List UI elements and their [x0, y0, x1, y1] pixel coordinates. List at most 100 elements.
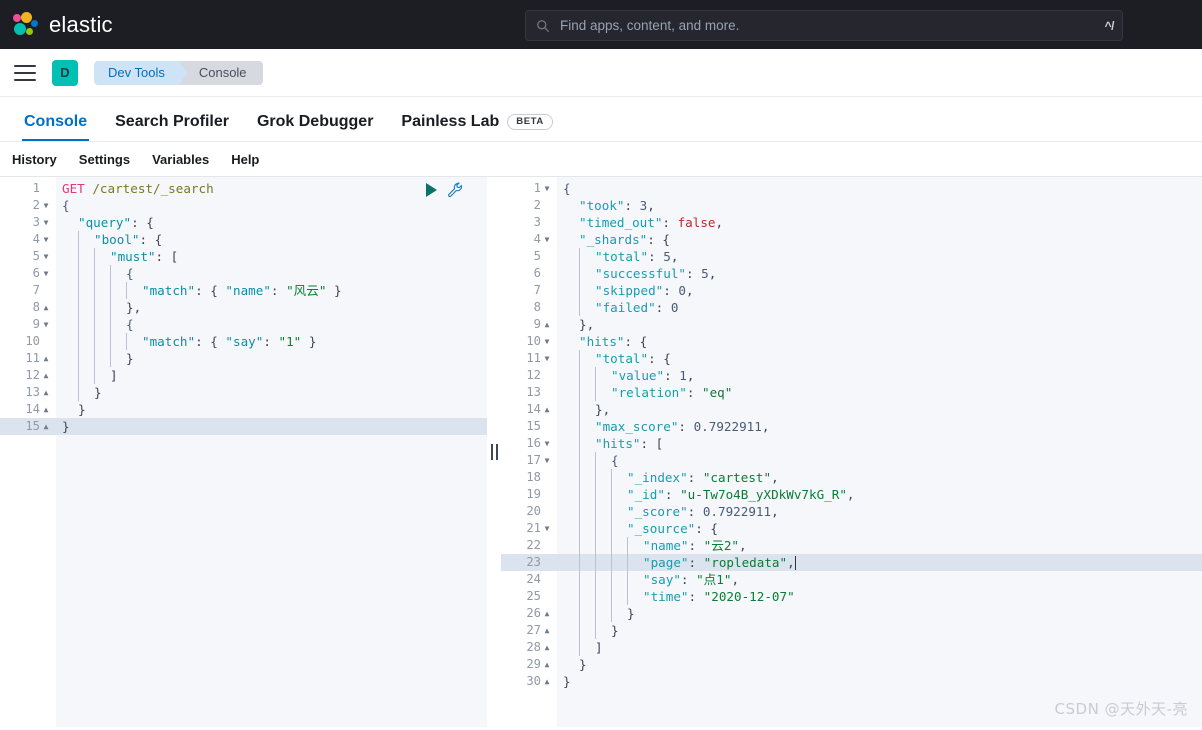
editor-line[interactable]: 26 ▲}: [501, 605, 1202, 622]
fold-down-icon[interactable]: ▼: [541, 452, 553, 469]
fold-up-icon[interactable]: ▲: [40, 418, 52, 435]
fold-down-icon[interactable]: ▼: [40, 265, 52, 282]
editor-line[interactable]: 2 "took": 3,: [501, 197, 1202, 214]
submenu-item-variables[interactable]: Variables: [152, 152, 209, 167]
tab-console[interactable]: Console: [10, 114, 101, 141]
editor-line[interactable]: 22 "name": "云2",: [501, 537, 1202, 554]
editor-line[interactable]: 15 "max_score": 0.7922911,: [501, 418, 1202, 435]
editor-line[interactable]: 10 "match": { "say": "1" }: [0, 333, 487, 350]
fold-up-icon[interactable]: ▲: [541, 656, 553, 673]
fold-up-icon[interactable]: ▲: [541, 316, 553, 333]
fold-down-icon[interactable]: ▼: [541, 520, 553, 537]
request-editor-pane[interactable]: 1 GET /cartest/_search 2 ▼{3 ▼ "query": {4 ▼ "b…: [0, 177, 487, 727]
line-content: }: [56, 418, 487, 435]
fold-up-icon[interactable]: ▲: [40, 384, 52, 401]
editor-line[interactable]: 1 GET /cartest/_search: [0, 180, 487, 197]
fold-up-icon[interactable]: ▲: [541, 639, 553, 656]
editor-line[interactable]: 8 "failed": 0: [501, 299, 1202, 316]
editor-line[interactable]: 2 ▼{: [0, 197, 487, 214]
editor-line[interactable]: 15 ▲}: [0, 418, 487, 435]
fold-up-icon[interactable]: ▲: [40, 367, 52, 384]
editor-line[interactable]: 14 ▲}: [0, 401, 487, 418]
tab-console-label: Console: [24, 113, 88, 130]
editor-line[interactable]: 12 ▲]: [0, 367, 487, 384]
editor-line[interactable]: 25 "time": "2020-12-07": [501, 588, 1202, 605]
fold-down-icon[interactable]: ▼: [40, 214, 52, 231]
breadcrumb-item-console[interactable]: Console: [178, 60, 263, 85]
editor-line[interactable]: 4 ▼ "_shards": {: [501, 231, 1202, 248]
fold-up-icon[interactable]: ▲: [541, 673, 553, 690]
hamburger-menu-icon[interactable]: [14, 64, 36, 81]
editor-line[interactable]: 1 ▼{: [501, 180, 1202, 197]
fold-up-icon[interactable]: ▲: [541, 605, 553, 622]
fold-down-icon[interactable]: ▼: [40, 231, 52, 248]
editor-line[interactable]: 3 "timed_out": false,: [501, 214, 1202, 231]
editor-actions: [426, 182, 463, 198]
submenu-item-help[interactable]: Help: [231, 152, 259, 167]
submenu-item-history[interactable]: History: [12, 152, 57, 167]
editor-line[interactable]: 17 ▼{: [501, 452, 1202, 469]
editor-line[interactable]: 27 ▲}: [501, 622, 1202, 639]
tab-grok-debugger[interactable]: Grok Debugger: [243, 114, 387, 141]
editor-line[interactable]: 11 ▲}: [0, 350, 487, 367]
fold-down-icon[interactable]: ▼: [541, 180, 553, 197]
response-editor-pane[interactable]: 1 ▼{2 "took": 3, 3 "timed_out": false, 4 ▼ "_sh…: [501, 177, 1202, 727]
editor-line[interactable]: 7 "skipped": 0,: [501, 282, 1202, 299]
fold-down-icon[interactable]: ▼: [541, 435, 553, 452]
play-triangle-icon[interactable]: [426, 183, 437, 197]
editor-line[interactable]: 20 "_score": 0.7922911,: [501, 503, 1202, 520]
wrench-icon[interactable]: [447, 182, 463, 198]
line-number: 23: [501, 554, 557, 571]
fold-down-icon[interactable]: ▼: [541, 231, 553, 248]
editor-line[interactable]: 29 ▲}: [501, 656, 1202, 673]
tab-search-profiler[interactable]: Search Profiler: [101, 114, 243, 141]
editor-line[interactable]: 13 ▲}: [0, 384, 487, 401]
editor-line[interactable]: 12 "value": 1,: [501, 367, 1202, 384]
editor-line[interactable]: 30 ▲}: [501, 673, 1202, 690]
editor-line[interactable]: 11 ▼ "total": {: [501, 350, 1202, 367]
fold-down-icon[interactable]: ▼: [541, 333, 553, 350]
response-editor[interactable]: 1 ▼{2 "took": 3, 3 "timed_out": false, 4 ▼ "_sh…: [501, 177, 1202, 727]
fold-down-icon[interactable]: ▼: [541, 350, 553, 367]
fold-up-icon[interactable]: ▲: [40, 299, 52, 316]
editor-line[interactable]: 10 ▼ "hits": {: [501, 333, 1202, 350]
global-search-input[interactable]: Find apps, content, and more. ^/: [525, 10, 1123, 41]
editor-line[interactable]: 13 "relation": "eq": [501, 384, 1202, 401]
editor-line[interactable]: 6 "successful": 5,: [501, 265, 1202, 282]
editor-line[interactable]: 16 ▼ "hits": [: [501, 435, 1202, 452]
brand[interactable]: elastic: [0, 11, 113, 39]
editor-line[interactable]: 4 ▼ "bool": {: [0, 231, 487, 248]
editor-line[interactable]: 5 ▼ "must": [: [0, 248, 487, 265]
line-number: 3 ▼: [0, 214, 56, 231]
line-number: 12 ▲: [0, 367, 56, 384]
editor-line[interactable]: 9 ▼{: [0, 316, 487, 333]
request-editor[interactable]: 1 GET /cartest/_search 2 ▼{3 ▼ "query": {4 ▼ "b…: [0, 177, 487, 727]
submenu-item-settings[interactable]: Settings: [79, 152, 130, 167]
fold-up-icon[interactable]: ▲: [541, 401, 553, 418]
editor-line[interactable]: 3 ▼ "query": {: [0, 214, 487, 231]
editor-line[interactable]: 6 ▼{: [0, 265, 487, 282]
request-lines[interactable]: 1 GET /cartest/_search 2 ▼{3 ▼ "query": {4 ▼ "b…: [0, 177, 487, 435]
tab-painless-lab[interactable]: Painless Lab BETA: [387, 114, 566, 141]
fold-down-icon[interactable]: ▼: [40, 248, 52, 265]
editor-line[interactable]: 7 "match": { "name": "风云" }: [0, 282, 487, 299]
fold-down-icon[interactable]: ▼: [40, 197, 52, 214]
line-content: "timed_out": false,: [557, 214, 1202, 231]
pane-splitter[interactable]: [487, 177, 501, 727]
editor-line[interactable]: 8 ▲},: [0, 299, 487, 316]
fold-up-icon[interactable]: ▲: [541, 622, 553, 639]
editor-line[interactable]: 24 "say": "点1",: [501, 571, 1202, 588]
breadcrumb-item-dev-tools[interactable]: Dev Tools: [94, 60, 187, 85]
editor-line[interactable]: 23 "page": "ropledata",: [501, 554, 1202, 571]
editor-line[interactable]: 5 "total": 5,: [501, 248, 1202, 265]
editor-line[interactable]: 9 ▲},: [501, 316, 1202, 333]
editor-line[interactable]: 14 ▲},: [501, 401, 1202, 418]
fold-up-icon[interactable]: ▲: [40, 350, 52, 367]
editor-line[interactable]: 18 "_index": "cartest",: [501, 469, 1202, 486]
editor-line[interactable]: 28 ▲]: [501, 639, 1202, 656]
editor-line[interactable]: 19 "_id": "u-Tw7o4B_yXDkWv7kG_R",: [501, 486, 1202, 503]
fold-down-icon[interactable]: ▼: [40, 316, 52, 333]
response-lines[interactable]: 1 ▼{2 "took": 3, 3 "timed_out": false, 4 ▼ "_sh…: [501, 177, 1202, 690]
editor-line[interactable]: 21 ▼ "_source": {: [501, 520, 1202, 537]
fold-up-icon[interactable]: ▲: [40, 401, 52, 418]
